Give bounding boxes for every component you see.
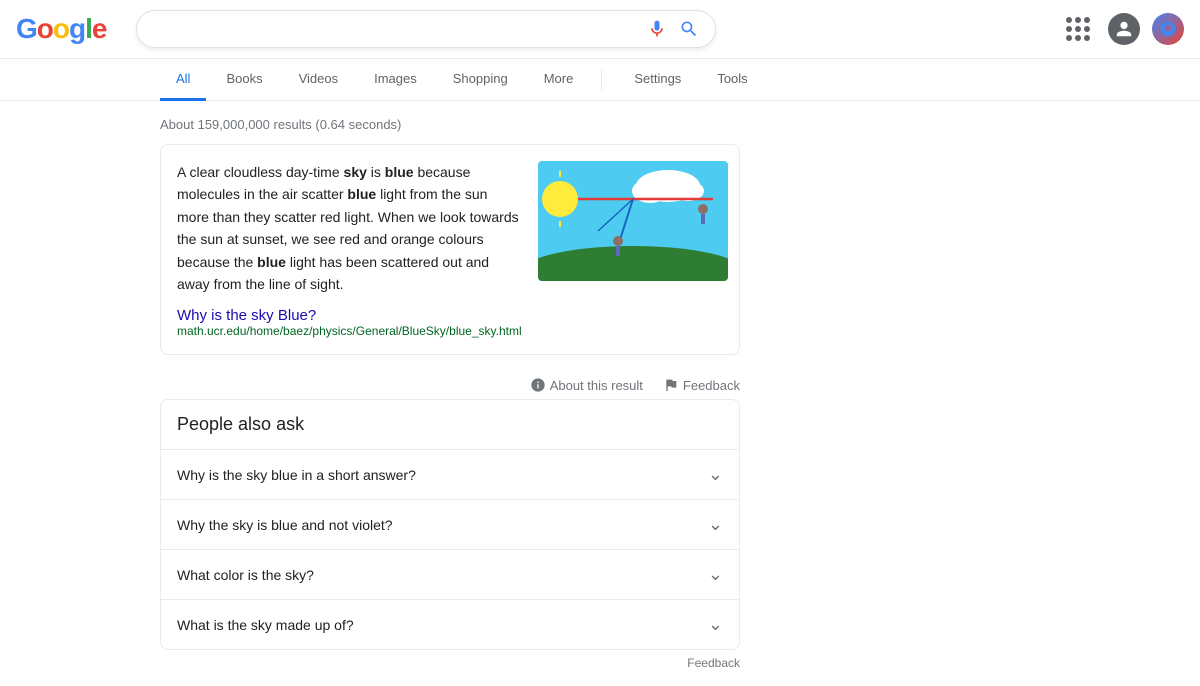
paa-question-1: Why the sky is blue and not violet?	[177, 517, 393, 533]
tab-images[interactable]: Images	[358, 59, 433, 101]
people-also-ask-header: People also ask	[161, 400, 739, 450]
feedback-button[interactable]: Feedback	[663, 377, 740, 393]
snippet-title-link[interactable]: Why is the sky Blue?	[177, 307, 316, 324]
avatar[interactable]	[1108, 13, 1140, 45]
header-right	[1060, 11, 1184, 47]
tab-videos[interactable]: Videos	[283, 59, 355, 101]
grid-dot	[1066, 35, 1072, 41]
logo-letter-l: l	[85, 13, 92, 44]
grid-dot	[1075, 26, 1081, 32]
logo-letter-g2: g	[69, 13, 85, 44]
chevron-down-icon-0: ⌄	[708, 464, 723, 485]
search-bar[interactable]: why is the sky blue	[136, 10, 716, 48]
bottom-feedback: Feedback	[160, 650, 740, 676]
google-account-icon[interactable]	[1152, 13, 1184, 45]
tab-more[interactable]: More	[528, 59, 590, 101]
bottom-feedback-link[interactable]: Feedback	[687, 656, 740, 670]
featured-snippet: A clear cloudless day-time sky is blue b…	[160, 144, 740, 355]
grid-dot	[1066, 17, 1072, 23]
paa-item-1[interactable]: Why the sky is blue and not violet? ⌄	[161, 500, 739, 550]
snippet-body: A clear cloudless day-time sky is blue b…	[177, 161, 522, 338]
snippet-text: A clear cloudless day-time sky is blue b…	[177, 161, 522, 295]
tab-settings[interactable]: Settings	[618, 59, 697, 101]
grid-dot	[1084, 35, 1090, 41]
logo-letter-o2: o	[53, 13, 69, 44]
grid-dot	[1075, 17, 1081, 23]
tab-shopping[interactable]: Shopping	[437, 59, 524, 101]
chevron-down-icon-1: ⌄	[708, 514, 723, 535]
microphone-icon[interactable]	[647, 19, 667, 39]
google-apps-icon[interactable]	[1060, 11, 1096, 47]
chevron-down-icon-2: ⌄	[708, 564, 723, 585]
header: Google why is the sky blue	[0, 0, 1200, 59]
search-icons-group	[647, 19, 699, 39]
main-content: About 159,000,000 results (0.64 seconds)…	[0, 101, 880, 686]
paa-item-0[interactable]: Why is the sky blue in a short answer? ⌄	[161, 450, 739, 500]
info-icon	[530, 377, 546, 393]
nav-divider	[601, 70, 602, 90]
paa-question-2: What color is the sky?	[177, 567, 314, 583]
about-result-label: About this result	[550, 378, 643, 393]
logo-letter-g: G	[16, 13, 37, 44]
sky-svg	[538, 161, 728, 281]
search-input[interactable]: why is the sky blue	[153, 20, 637, 38]
chevron-down-icon-3: ⌄	[708, 614, 723, 635]
paa-question-0: Why is the sky blue in a short answer?	[177, 467, 416, 483]
snippet-footer: About this result Feedback	[160, 371, 740, 399]
people-also-ask-box: People also ask Why is the sky blue in a…	[160, 399, 740, 650]
paa-item-3[interactable]: What is the sky made up of? ⌄	[161, 600, 739, 649]
results-count: About 159,000,000 results (0.64 seconds)	[160, 111, 880, 144]
tab-all[interactable]: All	[160, 59, 206, 101]
nav-tabs: All Books Videos Images Shopping More Se…	[0, 59, 1200, 101]
about-result[interactable]: About this result	[530, 377, 643, 393]
grid-dot	[1075, 35, 1081, 41]
search-icon[interactable]	[679, 19, 699, 39]
feedback-label: Feedback	[683, 378, 740, 393]
paa-item-2[interactable]: What color is the sky? ⌄	[161, 550, 739, 600]
logo-letter-e: e	[92, 13, 107, 44]
grid-dot	[1084, 26, 1090, 32]
paa-question-3: What is the sky made up of?	[177, 617, 354, 633]
flag-icon	[663, 377, 679, 393]
logo-letter-o1: o	[37, 13, 53, 44]
grid-dot	[1066, 26, 1072, 32]
tab-books[interactable]: Books	[210, 59, 278, 101]
snippet-link[interactable]: Why is the sky Blue? math.ucr.edu/home/b…	[177, 307, 522, 338]
snippet-url: math.ucr.edu/home/baez/physics/General/B…	[177, 324, 522, 338]
tab-tools[interactable]: Tools	[701, 59, 763, 101]
grid-dot	[1084, 17, 1090, 23]
google-logo[interactable]: Google	[16, 13, 106, 45]
snippet-image	[538, 161, 728, 281]
